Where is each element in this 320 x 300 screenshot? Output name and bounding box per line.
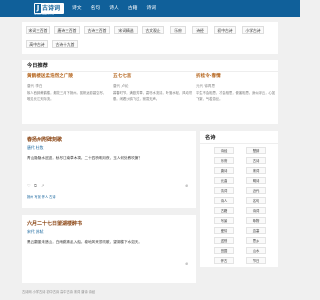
logo-subtitle: GUSHICIWANG.COM bbox=[34, 14, 54, 16]
sidebar-famous-poems: 名诗 诗经 楚辞 乐府 古诗 唐诗 宋词 元曲 明诗 清词 近代 诗人 名句 古… bbox=[200, 131, 278, 267]
logo-mark: J bbox=[35, 4, 41, 13]
sidebar-chip[interactable]: 诗人 bbox=[214, 197, 234, 204]
section-title: 今日推荐 bbox=[27, 63, 48, 69]
tag-item[interactable]: 小学古诗 bbox=[242, 26, 264, 34]
poem-meta[interactable]: 宋代 苏轼 bbox=[27, 229, 43, 235]
tag-item[interactable]: 古诗十九首 bbox=[52, 40, 78, 48]
like-icon[interactable]: ♡ bbox=[27, 183, 31, 188]
poem-card: 春扬州附碑刻歌 唐代 杜牧 青山隐隐水迢迢，秋尽江南草木凋。二十四桥明月夜，玉人… bbox=[22, 131, 196, 208]
poem-title[interactable]: 春扬州附碑刻歌 bbox=[27, 137, 62, 143]
tag-item[interactable]: 高中古诗 bbox=[26, 40, 48, 48]
recommend-title[interactable]: 黄鹤楼送孟浩然之广陵 bbox=[27, 74, 107, 80]
recommend-meta: 唐代 卢纶 bbox=[113, 83, 129, 88]
sidebar-chip[interactable]: 古籍 bbox=[214, 207, 234, 214]
divider bbox=[200, 143, 278, 144]
sidebar-chip[interactable]: 唐诗 bbox=[214, 167, 234, 174]
sidebar-chip[interactable]: 古诗 bbox=[246, 157, 266, 164]
poem-tags[interactable]: 扬州 写景 怀人 古诗 bbox=[27, 195, 56, 199]
today-recommend: 今日推荐 黄鹤楼送孟浩然之广陵 唐代 李白 故人西辞黄鹤楼，烟花三月下扬州。孤帆… bbox=[22, 60, 278, 124]
category-tags: 宋词三百首 唐诗三百首 古诗三百首 宋词精选 古文观止 乐府 诗经 初中古诗 小… bbox=[22, 22, 278, 54]
sidebar-chip[interactable]: 节日 bbox=[246, 257, 266, 264]
tag-item[interactable]: 初中古诗 bbox=[214, 26, 236, 34]
tag-item[interactable]: 宋词三百首 bbox=[26, 26, 50, 34]
sidebar-chip[interactable]: 诗经 bbox=[214, 147, 234, 154]
recommend-item[interactable]: 黄鹤楼送孟浩然之广陵 唐代 李白 故人西辞黄鹤楼，烟花三月下扬州。孤帆远影碧空尽… bbox=[27, 74, 107, 102]
logo-text: 古诗词 bbox=[42, 5, 61, 12]
recommend-excerpt: 平生不会相思，才会相思，便害相思。身似浮云，心如飞絮，气若游丝。 bbox=[196, 91, 276, 101]
share-icon[interactable]: ↗ bbox=[41, 183, 44, 188]
sidebar-chip[interactable]: 楚辞 bbox=[246, 147, 266, 154]
site-logo[interactable]: J 古诗词 bbox=[34, 3, 64, 14]
sidebar-chip[interactable]: 田园 bbox=[214, 247, 234, 254]
site-header: J 古诗词 GUSHICIWANG.COM 诗文 名句 诗人 古籍 诗词 bbox=[0, 0, 300, 17]
poem-meta[interactable]: 唐代 杜牧 bbox=[27, 145, 43, 151]
recommend-meta: 元代 徐再思 bbox=[196, 83, 216, 88]
sidebar-chip[interactable]: 名句 bbox=[246, 197, 266, 204]
sidebar-chip[interactable]: 思乡 bbox=[246, 237, 266, 244]
main-nav: 诗文 名句 诗人 古籍 诗词 bbox=[72, 3, 165, 14]
sidebar-chip[interactable]: 近代 bbox=[246, 187, 266, 194]
tag-item[interactable]: 乐府 bbox=[170, 26, 186, 34]
sidebar-chip[interactable]: 咏物 bbox=[246, 217, 266, 224]
sidebar-chip[interactable]: 诗词 bbox=[246, 207, 266, 214]
sidebar-chip[interactable]: 乐府 bbox=[214, 157, 234, 164]
sidebar-chip[interactable]: 宋词 bbox=[246, 167, 266, 174]
sidebar-chip[interactable]: 爱情 bbox=[214, 227, 234, 234]
nav-item-poets[interactable]: 诗人 bbox=[109, 3, 119, 14]
sidebar-chip[interactable]: 怀古 bbox=[214, 257, 234, 264]
nav-item-classics[interactable]: 古籍 bbox=[128, 3, 138, 14]
tag-item[interactable]: 古文观止 bbox=[142, 26, 164, 34]
sidebar-chip[interactable]: 明诗 bbox=[246, 177, 266, 184]
recommend-title[interactable]: 折桂令·春情 bbox=[196, 74, 276, 80]
sidebar-chip[interactable]: 边塞 bbox=[246, 227, 266, 234]
sidebar-chip[interactable]: 山水 bbox=[246, 247, 266, 254]
nav-item-quotes[interactable]: 名句 bbox=[91, 3, 101, 14]
poem-card: 六月二十七日望湖楼醉书 宋代 苏轼 黑云翻墨未遮山，白雨跳珠乱入船。卷地风来忽吹… bbox=[22, 215, 196, 283]
expand-icon[interactable]: ⊕ bbox=[185, 183, 188, 188]
footer-links[interactable]: 古诗网 小学古诗 初中古诗 高中古诗 宋词 唐诗 诗经 bbox=[22, 290, 95, 294]
recommend-item[interactable]: 折桂令·春情 元代 徐再思 平生不会相思，才会相思，便害相思。身似浮云，心如飞絮… bbox=[196, 74, 276, 102]
sidebar-chip[interactable]: 清词 bbox=[214, 187, 234, 194]
sidebar-chip[interactable]: 送别 bbox=[214, 237, 234, 244]
poem-title[interactable]: 六月二十七日望湖楼醉书 bbox=[27, 221, 82, 227]
recommend-item[interactable]: 五七七言 唐代 卢纶 暮春时节，满庭芳草，霜尽水流清。叶落水轻，风动帘垂。闲看沙… bbox=[113, 74, 193, 102]
copy-icon[interactable]: ⧉ bbox=[34, 183, 37, 188]
nav-item-ci[interactable]: 诗词 bbox=[146, 3, 156, 14]
sidebar-chip[interactable]: 元曲 bbox=[214, 177, 234, 184]
tag-item[interactable]: 诗经 bbox=[192, 26, 208, 34]
sidebar-chip[interactable]: 写景 bbox=[214, 217, 234, 224]
tag-item[interactable]: 宋词精选 bbox=[114, 26, 138, 34]
recommend-excerpt: 暮春时节，满庭芳草，霜尽水流清。叶落水轻，风动帘垂。闲看沙鸥飞过，寂寞无声。 bbox=[113, 91, 193, 101]
nav-item-poems[interactable]: 诗文 bbox=[72, 3, 82, 14]
sidebar-title: 名诗 bbox=[205, 135, 216, 141]
recommend-title[interactable]: 五七七言 bbox=[113, 74, 193, 80]
tag-item[interactable]: 唐诗三百首 bbox=[54, 26, 80, 34]
poem-content: 青山隐隐水迢迢，秋尽江南草木凋。二十四桥明月夜，玉人何处教吹箫？ bbox=[27, 156, 142, 160]
tag-item[interactable]: 古诗三百首 bbox=[84, 26, 110, 34]
recommend-meta: 唐代 李白 bbox=[27, 83, 43, 88]
divider bbox=[22, 71, 278, 72]
expand-icon[interactable]: ⊕ bbox=[185, 261, 188, 266]
poem-content: 黑云翻墨未遮山，白雨跳珠乱入船。卷地风来忽吹散，望湖楼下水如天。 bbox=[27, 240, 142, 244]
recommend-excerpt: 故人西辞黄鹤楼，烟花三月下扬州。孤帆远影碧空尽，唯见长江天际流。 bbox=[27, 91, 107, 101]
